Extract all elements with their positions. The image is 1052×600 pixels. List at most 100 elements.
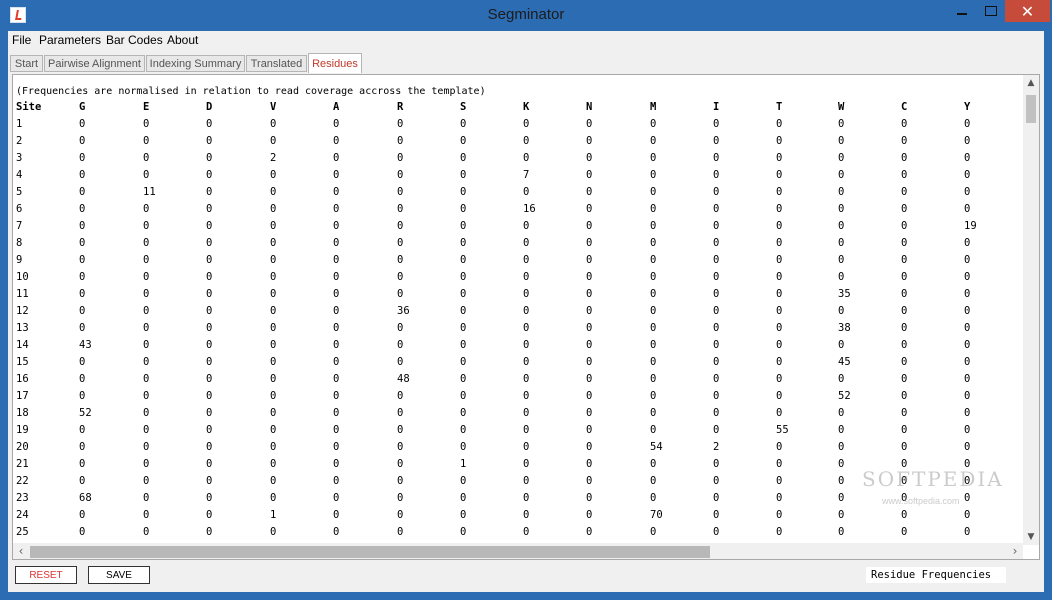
frequency-cell: 0 bbox=[586, 271, 593, 283]
column-header-y: Y bbox=[964, 101, 971, 113]
frequency-cell: 0 bbox=[901, 203, 908, 215]
frequency-cell: 0 bbox=[143, 135, 150, 147]
frequency-cell: 0 bbox=[713, 424, 720, 436]
frequency-cell: 0 bbox=[79, 203, 86, 215]
menu-file[interactable]: File bbox=[12, 33, 31, 47]
frequency-cell: 0 bbox=[964, 169, 971, 181]
scroll-up-icon[interactable]: ▲ bbox=[1023, 75, 1039, 91]
column-header-w: W bbox=[838, 101, 845, 113]
frequency-cell: 0 bbox=[776, 203, 783, 215]
frequency-cell: 0 bbox=[713, 288, 720, 300]
frequency-cell: 0 bbox=[776, 475, 783, 487]
frequency-cell: 0 bbox=[964, 441, 971, 453]
frequency-cell: 0 bbox=[964, 526, 971, 538]
frequency-cell: 0 bbox=[650, 322, 657, 334]
frequency-cell: 0 bbox=[713, 322, 720, 334]
frequency-cell: 0 bbox=[838, 271, 845, 283]
tab-residues[interactable]: Residues bbox=[308, 53, 362, 73]
frequency-cell: 52 bbox=[838, 390, 851, 402]
menu-parameters[interactable]: Parameters bbox=[39, 33, 101, 47]
frequency-cell: 0 bbox=[776, 254, 783, 266]
frequency-cell: 0 bbox=[460, 390, 467, 402]
frequency-cell: 0 bbox=[79, 220, 86, 232]
site-number: 8 bbox=[16, 237, 23, 249]
frequency-cell: 0 bbox=[964, 186, 971, 198]
frequency-cell: 0 bbox=[460, 322, 467, 334]
frequency-cell: 0 bbox=[333, 118, 340, 130]
reset-button[interactable]: RESET bbox=[15, 566, 77, 584]
scroll-down-icon[interactable]: ▼ bbox=[1023, 529, 1039, 545]
minimize-button[interactable] bbox=[947, 0, 976, 22]
tab-start[interactable]: Start bbox=[10, 55, 43, 72]
frequency-cell: 0 bbox=[901, 220, 908, 232]
vertical-scrollbar[interactable]: ▲ ▼ bbox=[1023, 75, 1039, 545]
frequency-cell: 0 bbox=[397, 288, 404, 300]
frequency-cell: 0 bbox=[206, 509, 213, 521]
site-number: 13 bbox=[16, 322, 29, 334]
site-number: 16 bbox=[16, 373, 29, 385]
site-number: 5 bbox=[16, 186, 23, 198]
table-row: 4 0 0 0 0 0 0 0 7 0 0 0 0 0 0 0 bbox=[16, 169, 1016, 186]
frequency-cell: 0 bbox=[838, 220, 845, 232]
site-number: 6 bbox=[16, 203, 23, 215]
frequency-cell: 0 bbox=[143, 356, 150, 368]
frequency-cell: 0 bbox=[397, 203, 404, 215]
site-number: 19 bbox=[16, 424, 29, 436]
site-number: 11 bbox=[16, 288, 29, 300]
frequency-cell: 0 bbox=[206, 322, 213, 334]
frequency-cell: 0 bbox=[270, 339, 277, 351]
scroll-left-icon[interactable]: ‹ bbox=[13, 543, 29, 559]
frequency-cell: 0 bbox=[901, 135, 908, 147]
table-row: 18 52 0 0 0 0 0 0 0 0 0 0 0 0 0 0 bbox=[16, 407, 1016, 424]
frequency-cell: 0 bbox=[143, 492, 150, 504]
tab-indexing-summary[interactable]: Indexing Summary bbox=[146, 55, 245, 72]
save-button[interactable]: SAVE bbox=[88, 566, 150, 584]
frequency-cell: 0 bbox=[901, 152, 908, 164]
frequency-cell: 0 bbox=[523, 475, 530, 487]
frequency-cell: 0 bbox=[79, 288, 86, 300]
horizontal-scroll-thumb[interactable] bbox=[30, 546, 710, 558]
frequency-cell: 0 bbox=[460, 152, 467, 164]
table-row: 13 0 0 0 0 0 0 0 0 0 0 0 0 38 0 0 bbox=[16, 322, 1016, 339]
frequency-cell: 0 bbox=[143, 271, 150, 283]
frequency-cell: 0 bbox=[838, 475, 845, 487]
maximize-button[interactable] bbox=[976, 0, 1005, 22]
menu-about[interactable]: About bbox=[167, 33, 198, 47]
frequency-cell: 0 bbox=[460, 475, 467, 487]
minimize-icon bbox=[956, 13, 967, 15]
title-bar[interactable]: Segminator ✕ bbox=[0, 0, 1052, 31]
vertical-scroll-thumb[interactable] bbox=[1026, 95, 1036, 123]
frequency-cell: 0 bbox=[270, 475, 277, 487]
frequency-cell: 0 bbox=[523, 373, 530, 385]
frequency-cell: 0 bbox=[270, 458, 277, 470]
table-row: 14 43 0 0 0 0 0 0 0 0 0 0 0 0 0 0 bbox=[16, 339, 1016, 356]
frequency-cell: 0 bbox=[333, 424, 340, 436]
tab-translated[interactable]: Translated bbox=[246, 55, 307, 72]
close-button[interactable]: ✕ bbox=[1005, 0, 1050, 22]
frequency-cell: 52 bbox=[79, 407, 92, 419]
tab-pairwise-alignment[interactable]: Pairwise Alignment bbox=[44, 55, 145, 72]
frequency-cell: 0 bbox=[776, 271, 783, 283]
site-number: 7 bbox=[16, 220, 23, 232]
frequency-cell: 0 bbox=[270, 237, 277, 249]
frequency-cell: 0 bbox=[79, 509, 86, 521]
frequency-cell: 0 bbox=[650, 492, 657, 504]
column-header-g: G bbox=[79, 101, 86, 113]
frequency-cell: 0 bbox=[838, 203, 845, 215]
scroll-right-icon[interactable]: › bbox=[1007, 543, 1023, 559]
horizontal-scrollbar[interactable]: ‹ › bbox=[13, 543, 1023, 559]
frequency-cell: 0 bbox=[333, 322, 340, 334]
frequency-cell: 0 bbox=[460, 424, 467, 436]
frequency-cell: 0 bbox=[333, 271, 340, 283]
table-row: 9 0 0 0 0 0 0 0 0 0 0 0 0 0 0 0 bbox=[16, 254, 1016, 271]
frequency-cell: 0 bbox=[523, 135, 530, 147]
frequency-cell: 0 bbox=[713, 152, 720, 164]
site-number: 14 bbox=[16, 339, 29, 351]
frequency-cell: 0 bbox=[901, 373, 908, 385]
frequency-cell: 0 bbox=[397, 526, 404, 538]
frequency-cell: 0 bbox=[586, 118, 593, 130]
frequency-cell: 0 bbox=[650, 339, 657, 351]
menu-bar-codes[interactable]: Bar Codes bbox=[106, 33, 163, 47]
frequency-cell: 70 bbox=[650, 509, 663, 521]
normalisation-note: (Frequencies are normalised in relation … bbox=[16, 86, 486, 97]
